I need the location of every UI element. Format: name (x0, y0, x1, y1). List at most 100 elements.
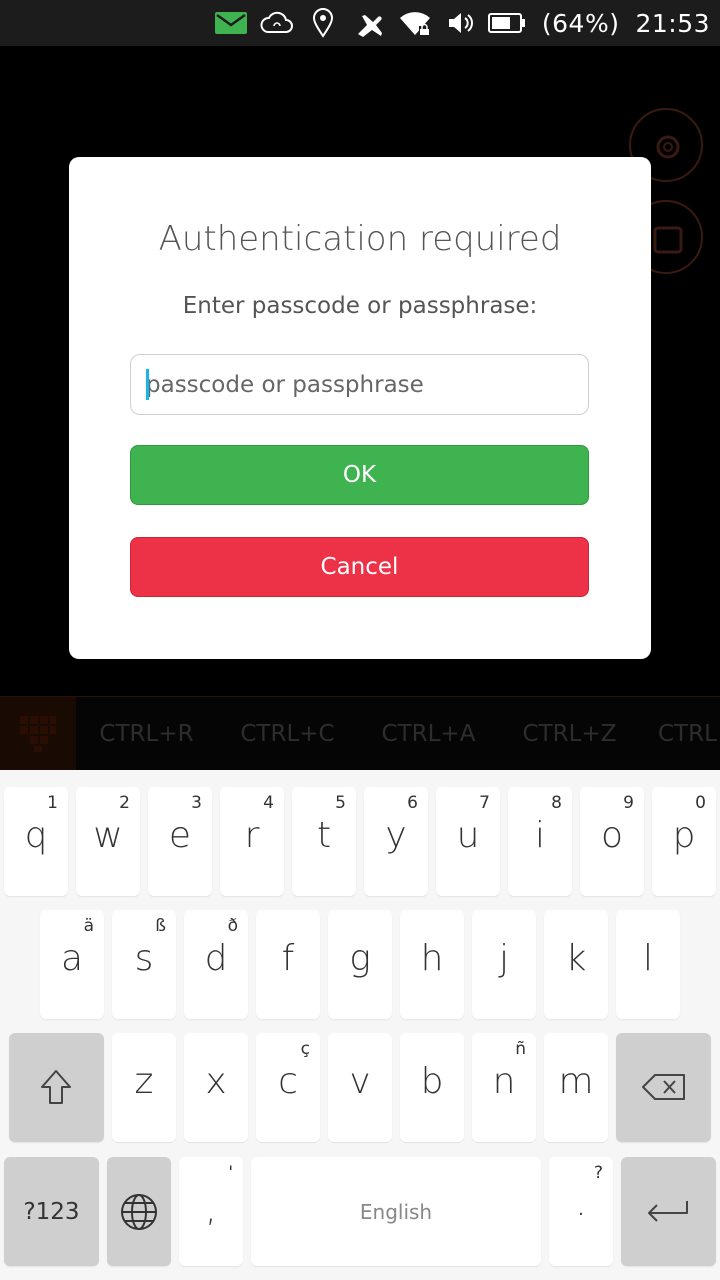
key-alt-label: ä (83, 916, 94, 936)
key-main-label: i (534, 815, 545, 856)
key-y[interactable]: y6 (364, 787, 428, 896)
key-main-label: m (558, 1061, 594, 1102)
toolbar-ctrl-z[interactable]: CTRL+Z (499, 721, 640, 747)
toolbar-ctrl-more[interactable]: CTRL (640, 721, 720, 747)
key-i[interactable]: i8 (508, 787, 572, 896)
key-t[interactable]: t5 (292, 787, 356, 896)
key-main-label: k (565, 938, 587, 979)
key-z[interactable]: z (112, 1033, 176, 1142)
key-alt-label: 5 (335, 793, 346, 813)
key-d[interactable]: dð (184, 910, 248, 1019)
key-v[interactable]: v (328, 1033, 392, 1142)
key-b[interactable]: b (400, 1033, 464, 1142)
key-alt-label: ç (300, 1039, 310, 1059)
key-main-label: g (349, 938, 371, 979)
key-alt-label: 7 (479, 793, 490, 813)
space-key[interactable]: English (251, 1157, 541, 1266)
battery-percentage: (64%) (541, 8, 620, 38)
toolbar-ctrl-c[interactable]: CTRL+C (217, 721, 358, 747)
key-label: ?123 (23, 1198, 80, 1225)
key-e[interactable]: e3 (148, 787, 212, 896)
key-alt-label: ? (593, 1163, 603, 1183)
key-main-label: d (204, 938, 228, 979)
key-main-label: s (134, 938, 154, 979)
key-main-label: h (420, 938, 444, 979)
on-screen-keyboard: q1w2e3r4t5y6u7i8o9p0aäsßdðfghjklzxcçvbnñ… (0, 770, 720, 1280)
key-alt-label: ð (227, 916, 238, 936)
shift-icon (41, 1070, 71, 1104)
key-main-label: p (672, 815, 696, 856)
battery-icon (484, 0, 530, 46)
wifi-locked-icon (392, 0, 438, 46)
key-n[interactable]: nñ (472, 1033, 536, 1142)
gear-icon (656, 135, 680, 159)
enter-key[interactable] (621, 1157, 716, 1266)
text-cursor (146, 369, 149, 400)
comma-key[interactable]: , ' (179, 1157, 243, 1266)
key-r[interactable]: r4 (220, 787, 284, 896)
key-h[interactable]: h (400, 910, 464, 1019)
key-alt-label: 4 (263, 793, 274, 813)
backspace-key[interactable] (616, 1033, 711, 1142)
key-alt-label: ' (228, 1163, 233, 1183)
key-k[interactable]: k (544, 910, 608, 1019)
language-key[interactable] (107, 1157, 171, 1266)
dialog-title: Authentication required (158, 219, 562, 259)
key-a[interactable]: aä (40, 910, 104, 1019)
key-f[interactable]: f (256, 910, 320, 1019)
key-main-label: y (385, 815, 407, 856)
key-x[interactable]: x (184, 1033, 248, 1142)
shift-key[interactable] (9, 1033, 104, 1142)
key-main-label: j (498, 938, 509, 979)
toolbar-ctrl-r[interactable]: CTRL+R (76, 721, 217, 747)
airplane-mode-icon (346, 0, 392, 46)
symbols-key[interactable]: ?123 (4, 1157, 99, 1266)
toolbar-ctrl-a[interactable]: CTRL+A (358, 721, 499, 747)
key-alt-label: 1 (47, 793, 58, 813)
key-main-label: . (575, 1183, 587, 1224)
key-alt-label: 8 (551, 793, 562, 813)
key-s[interactable]: sß (112, 910, 176, 1019)
key-p[interactable]: p0 (652, 787, 716, 896)
passcode-input[interactable] (130, 354, 589, 415)
key-main-label: w (93, 815, 123, 856)
key-l[interactable]: l (616, 910, 680, 1019)
dialog-subtitle: Enter passcode or passphrase: (182, 293, 538, 319)
key-main-label: o (600, 815, 624, 856)
cloud-sync-icon (254, 0, 300, 46)
key-main-label: v (349, 1061, 371, 1102)
key-main-label: a (60, 938, 84, 979)
cancel-button[interactable]: Cancel (130, 537, 589, 597)
key-main-label: b (420, 1061, 444, 1102)
shortcut-toolbar: CTRL+R CTRL+C CTRL+A CTRL+Z CTRL (0, 696, 720, 770)
key-alt-label: 0 (695, 793, 706, 813)
location-icon (300, 0, 346, 46)
key-o[interactable]: o9 (580, 787, 644, 896)
key-main-label: f (281, 938, 295, 979)
globe-icon (121, 1194, 157, 1230)
mail-icon (208, 0, 254, 46)
key-label: English (359, 1199, 433, 1224)
key-alt-label: ñ (515, 1039, 526, 1059)
ok-button[interactable]: OK (130, 445, 589, 505)
key-j[interactable]: j (472, 910, 536, 1019)
keypad-toggle-button[interactable] (0, 697, 76, 770)
window-icon (653, 226, 683, 254)
key-main-label: q (24, 815, 48, 856)
key-w[interactable]: w2 (76, 787, 140, 896)
key-u[interactable]: u7 (436, 787, 500, 896)
backspace-icon (642, 1074, 685, 1100)
key-m[interactable]: m (544, 1033, 608, 1142)
key-alt-label: 2 (119, 793, 130, 813)
key-main-label: e (168, 815, 192, 856)
key-main-label: c (278, 1061, 298, 1102)
key-c[interactable]: cç (256, 1033, 320, 1142)
key-g[interactable]: g (328, 910, 392, 1019)
key-q[interactable]: q1 (4, 787, 68, 896)
period-key[interactable]: .? (549, 1157, 613, 1266)
status-bar: (64%) 21:53 (0, 0, 720, 46)
key-alt-label: 9 (623, 793, 634, 813)
volume-icon (438, 0, 484, 46)
authentication-dialog: Authentication required Enter passcode o… (69, 157, 651, 659)
key-alt-label: ß (155, 916, 166, 936)
